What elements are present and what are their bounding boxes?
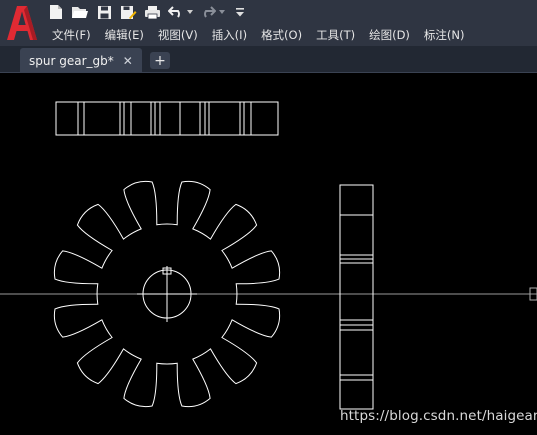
new-icon[interactable] — [46, 3, 66, 21]
document-tab-bar: spur gear_gb* ✕ + — [0, 46, 537, 73]
title-bar: 文件(F) 编辑(E) 视图(V) 插入(I) 格式(O) 工具(T) 绘图(D… — [0, 0, 537, 46]
cad-drawing[interactable] — [0, 73, 537, 435]
menu-insert[interactable]: 插入(I) — [205, 27, 254, 43]
menu-format[interactable]: 格式(O) — [254, 27, 309, 43]
menu-draw[interactable]: 绘图(D) — [362, 27, 417, 43]
customize-dropdown-icon[interactable] — [230, 3, 250, 21]
gear-side-view[interactable] — [339, 184, 374, 410]
menu-edit[interactable]: 编辑(E) — [98, 27, 151, 43]
save-as-icon[interactable] — [118, 3, 138, 21]
menu-bar: 文件(F) 编辑(E) 视图(V) 插入(I) 格式(O) 工具(T) 绘图(D… — [46, 25, 537, 45]
drawing-canvas[interactable]: https://blog.csdn.net/haigear — [0, 73, 537, 435]
new-tab-button[interactable]: + — [150, 52, 170, 69]
redo-icon[interactable] — [198, 3, 218, 21]
tab-label: spur gear_gb* — [29, 53, 114, 68]
undo-icon[interactable] — [166, 3, 186, 21]
menu-view[interactable]: 视图(V) — [151, 27, 205, 43]
undo-dropdown-icon[interactable] — [186, 3, 194, 21]
app-logo[interactable] — [0, 0, 46, 46]
quick-access-toolbar — [46, 2, 254, 22]
save-icon[interactable] — [94, 3, 114, 21]
close-icon[interactable]: ✕ — [123, 55, 133, 67]
menu-file[interactable]: 文件(F) — [46, 27, 98, 43]
redo-dropdown-icon[interactable] — [218, 3, 226, 21]
print-icon[interactable] — [142, 3, 162, 21]
watermark: https://blog.csdn.net/haigear — [340, 408, 537, 424]
gear-top-view[interactable] — [55, 101, 279, 136]
menu-dimension[interactable]: 标注(N) — [417, 27, 472, 43]
open-icon[interactable] — [70, 3, 90, 21]
tab-spur-gear[interactable]: spur gear_gb* ✕ — [20, 48, 142, 73]
menu-tools[interactable]: 工具(T) — [309, 27, 362, 43]
plus-icon: + — [154, 52, 166, 69]
